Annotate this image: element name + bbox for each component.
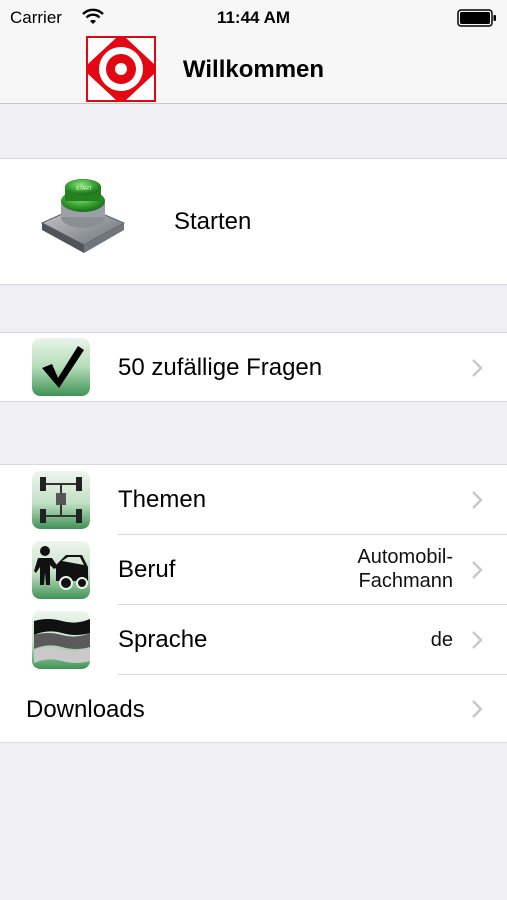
themes-icon	[32, 471, 90, 529]
start-row[interactable]: START Starten	[0, 159, 507, 285]
language-flag-icon	[32, 611, 90, 669]
page-title: Willkommen	[182, 56, 325, 83]
profession-label: Beruf	[118, 556, 176, 583]
status-bar: Carrier 11:44 AM	[0, 0, 507, 36]
start-label: Starten	[174, 208, 252, 235]
profession-value-line2: Fachmann	[358, 570, 454, 592]
downloads-row[interactable]: Downloads	[0, 675, 507, 743]
random-questions-label: 50 zufällige Fragen	[118, 354, 323, 381]
random-section: 50 zufällige Fragen	[0, 332, 507, 402]
profession-value-line1: Automobil-	[357, 546, 453, 568]
random-questions-row[interactable]: 50 zufällige Fragen	[0, 333, 507, 402]
chevron-right-icon	[472, 631, 483, 649]
clock: 11:44 AM	[216, 8, 291, 27]
profession-row[interactable]: Beruf Automobil- Fachmann	[0, 535, 507, 605]
start-section: START Starten	[0, 158, 507, 285]
themes-label: Themen	[118, 486, 207, 513]
chevron-right-icon	[472, 561, 483, 579]
language-row[interactable]: Sprache de	[0, 605, 507, 675]
language-label: Sprache	[118, 626, 208, 653]
start-button-icon: START	[40, 179, 126, 253]
themes-row[interactable]: Themen	[0, 465, 507, 535]
svg-text:START: START	[76, 186, 92, 192]
chevron-right-icon	[472, 700, 483, 718]
language-value: de	[430, 629, 453, 651]
chevron-right-icon	[472, 359, 483, 377]
chevron-right-icon	[472, 491, 483, 509]
checkmark-icon	[32, 338, 90, 396]
battery-icon	[457, 9, 496, 27]
profession-value: Automobil- Fachmann	[357, 545, 453, 593]
profession-icon	[32, 541, 90, 599]
downloads-label: Downloads	[26, 696, 145, 723]
settings-section: Themen Beruf Automobil- Fachmann Sprache…	[0, 464, 507, 743]
navigation-bar: Willkommen	[0, 36, 507, 104]
